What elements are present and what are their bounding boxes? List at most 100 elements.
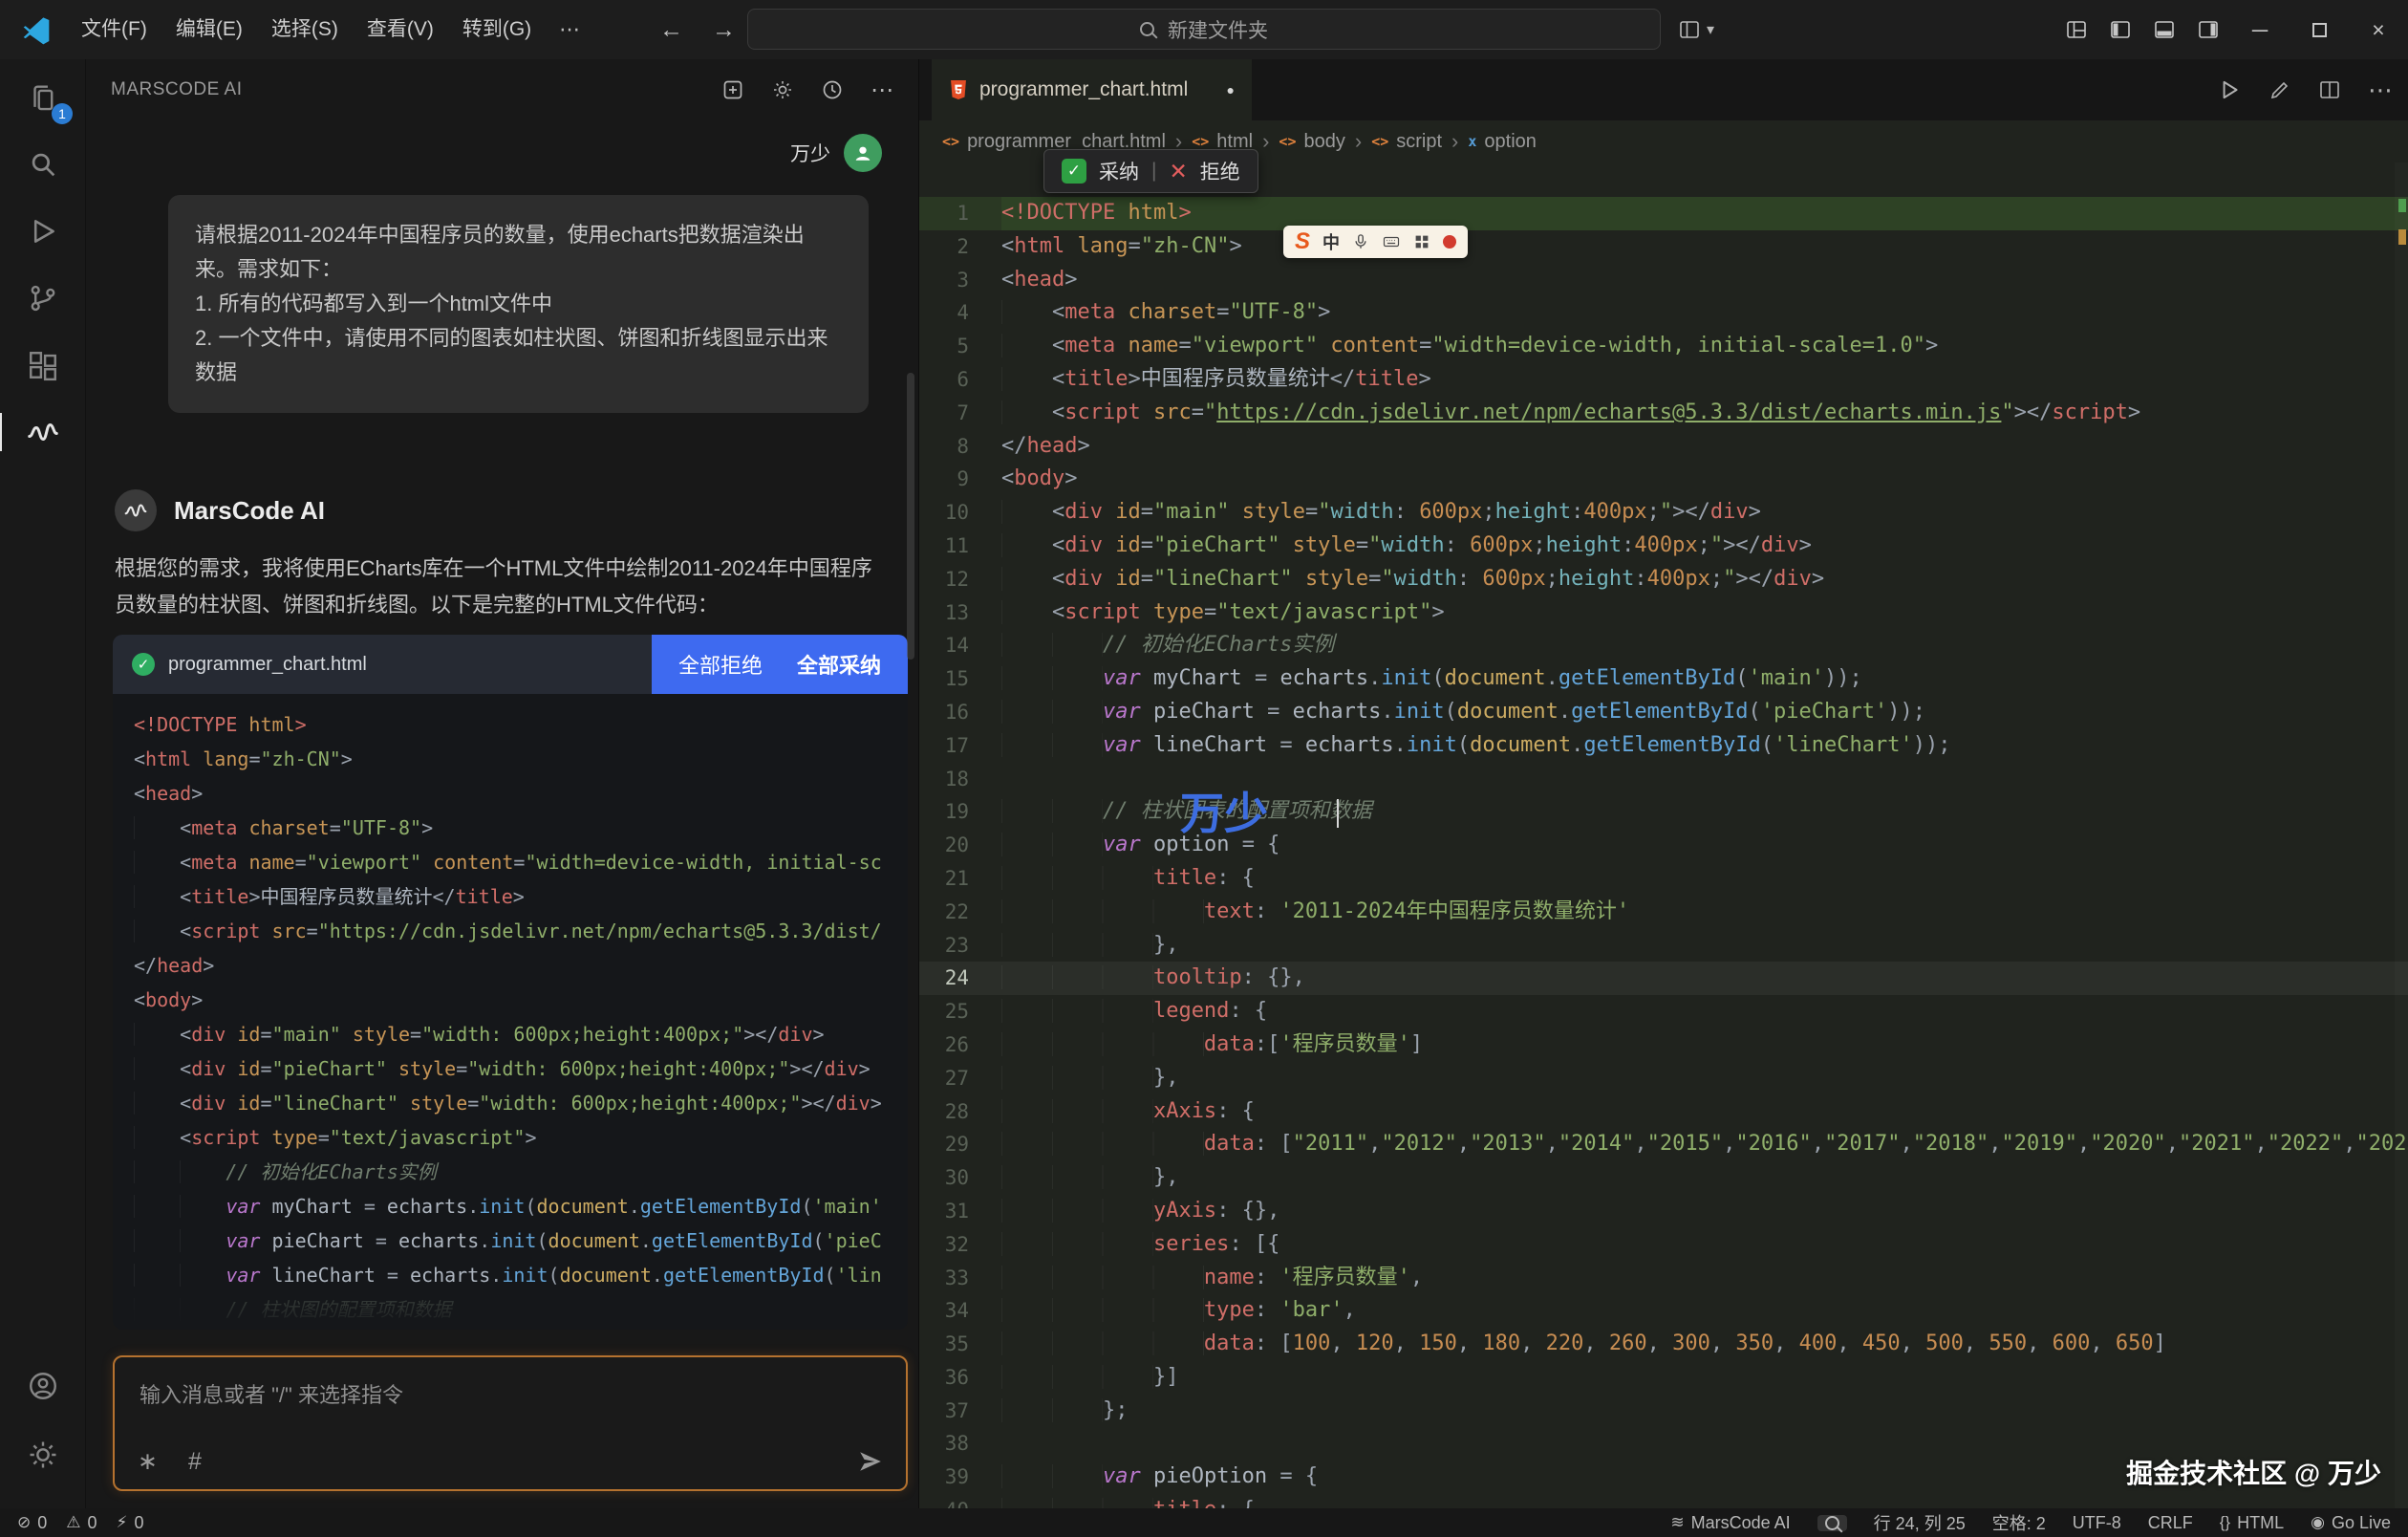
code-line: 35 data: [100, 120, 150, 180, 220, 260, … [919, 1328, 2408, 1361]
run-debug-icon[interactable] [0, 201, 86, 262]
chat-settings-icon[interactable] [771, 78, 794, 101]
accept-button[interactable]: 采纳 [1099, 157, 1139, 185]
code-line: 9<body> [919, 463, 2408, 496]
reject-all-button[interactable]: 全部拒绝 [678, 649, 763, 680]
ime-toolbox-icon[interactable] [1413, 233, 1430, 250]
code-line: // 初始化ECharts实例 [134, 1155, 908, 1189]
command-center-search[interactable]: 新建文件夹 [747, 9, 1661, 50]
status-item[interactable]: ⚡0 [117, 1513, 144, 1533]
status-item[interactable]: 空格: 2 [1992, 1510, 2046, 1535]
status-item[interactable]: CRLF [2148, 1513, 2193, 1533]
status-item[interactable]: UTF-8 [2073, 1513, 2121, 1533]
account-icon[interactable] [0, 1355, 86, 1417]
ime-mode-chinese[interactable]: 中 [1322, 229, 1340, 254]
forward-icon[interactable]: → [712, 16, 736, 44]
chat-scrollbar[interactable] [907, 373, 914, 660]
settings-gear-icon[interactable] [0, 1424, 86, 1485]
chat-input-box[interactable]: 输入消息或者 "/" 来选择指令 ∗ # [113, 1355, 908, 1491]
toggle-sidebar-icon[interactable] [2098, 18, 2142, 41]
context-hash-icon[interactable]: # [188, 1448, 202, 1476]
close-button[interactable]: × [2349, 0, 2408, 59]
code-block-filename: programmer_chart.html [168, 654, 367, 676]
reject-button[interactable]: 拒绝 [1200, 157, 1240, 185]
panel-header-actions: ⋯ [721, 76, 893, 104]
status-item[interactable]: ◉Go Live [2311, 1513, 2391, 1533]
menu-item[interactable]: 选择(S) [257, 0, 353, 59]
layout-selector[interactable]: ▾ [1678, 0, 1714, 59]
code-line: <script src="https://cdn.jsdelivr.net/np… [134, 914, 908, 948]
menu-item[interactable]: 查看(V) [353, 0, 448, 59]
status-item[interactable]: ≋MarsCode AI [1670, 1513, 1790, 1533]
explorer-badge: 1 [52, 103, 73, 124]
code-editor[interactable]: 1<!DOCTYPE html>2<html lang="zh-CN">3<he… [919, 162, 2408, 1508]
toggle-panel-icon[interactable] [2142, 18, 2186, 41]
source-control-icon[interactable] [0, 268, 86, 329]
line-number: 35 [919, 1328, 1001, 1361]
breadcrumb-item[interactable]: <>body [1279, 131, 1344, 153]
sogou-logo-icon[interactable]: S [1295, 228, 1310, 255]
status-item[interactable]: {}HTML [2220, 1513, 2284, 1533]
extensions-icon[interactable] [0, 335, 86, 396]
breadcrumb-item[interactable]: <>script [1371, 131, 1442, 153]
edit-icon[interactable] [2268, 78, 2291, 101]
chat-panel-header: MARSCODE AI ⋯ [86, 59, 918, 120]
menu-item[interactable]: 转到(G) [448, 0, 546, 59]
send-icon[interactable] [858, 1449, 883, 1474]
breadcrumb-item[interactable]: xoption [1468, 131, 1537, 153]
status-left: ⊘0 ⚠0 ⚡0 [17, 1513, 143, 1533]
ime-toolbar: S 中 [1283, 226, 1468, 258]
accept-all-button[interactable]: 全部采纳 [797, 649, 881, 680]
line-number: 39 [919, 1461, 1001, 1494]
titlebar: 文件(F)编辑(E)选择(S)查看(V)转到(G) ⋯ ← → 新建文件夹 ▾ … [0, 0, 2408, 59]
marscode-ai-icon[interactable] [0, 401, 86, 463]
code-line: var myChart = echarts.init(document.getE… [134, 1189, 908, 1223]
new-chat-icon[interactable] [721, 78, 744, 101]
maximize-button[interactable] [2290, 0, 2349, 59]
code-line: </head> [134, 948, 908, 983]
run-file-icon[interactable] [2217, 77, 2242, 102]
search-view-icon[interactable] [0, 134, 86, 195]
line-number: 8 [919, 430, 1001, 464]
line-number: 6 [919, 363, 1001, 397]
line-number: 5 [919, 330, 1001, 363]
split-editor-icon[interactable] [2318, 78, 2341, 101]
history-icon[interactable] [821, 78, 844, 101]
line-number: 27 [919, 1062, 1001, 1095]
added-line-marker [2398, 199, 2406, 212]
editor-more-icon[interactable]: ⋯ [2368, 76, 2393, 105]
toggle-secondary-sidebar-icon[interactable] [2186, 18, 2230, 41]
tab-label: programmer_chart.html [979, 78, 1188, 101]
status-item[interactable]: ⊘0 [17, 1513, 47, 1533]
commands-icon[interactable]: ∗ [138, 1447, 158, 1476]
line-number: 3 [919, 264, 1001, 297]
line-number: 13 [919, 596, 1001, 630]
code-line: 8</head> [919, 430, 2408, 464]
ime-mic-icon[interactable] [1352, 233, 1369, 250]
code-line: 23 }, [919, 929, 2408, 963]
tab-programmer-chart[interactable]: programmer_chart.html ● [932, 59, 1252, 120]
minimize-button[interactable]: ─ [2230, 0, 2290, 59]
status-item[interactable] [1817, 1515, 1847, 1531]
menu-item[interactable]: 文件(F) [67, 0, 161, 59]
panel-more-icon[interactable]: ⋯ [871, 76, 893, 104]
menu-item[interactable]: 编辑(E) [161, 0, 257, 59]
code-line: 6 <title>中国程序员数量统计</title> [919, 363, 2408, 397]
code-line: 1<!DOCTYPE html> [919, 197, 2408, 230]
modified-dot-icon[interactable]: ● [1227, 82, 1235, 97]
line-number: 4 [919, 296, 1001, 330]
code-line: <meta charset="UTF-8"> [134, 811, 908, 845]
status-item[interactable]: 行 24, 列 25 [1874, 1510, 1966, 1535]
more-menu-button[interactable]: ⋯ [546, 17, 593, 42]
status-item[interactable]: ⚠0 [66, 1513, 97, 1533]
explorer-icon[interactable]: 1 [0, 67, 86, 128]
ime-status-dot-icon[interactable] [1443, 235, 1456, 249]
back-icon[interactable]: ← [659, 16, 683, 44]
code-line: 31 yAxis: {}, [919, 1195, 2408, 1228]
line-number: 25 [919, 995, 1001, 1028]
code-line: <div id="lineChart" style="width: 600px;… [134, 1086, 908, 1120]
overview-ruler[interactable] [2395, 162, 2408, 1508]
ime-keyboard-icon[interactable] [1382, 233, 1401, 250]
code-line: 12 <div id="lineChart" style="width: 600… [919, 563, 2408, 596]
chat-input-placeholder: 输入消息或者 "/" 来选择指令 [115, 1357, 906, 1409]
customize-layout-icon[interactable] [2054, 18, 2098, 41]
